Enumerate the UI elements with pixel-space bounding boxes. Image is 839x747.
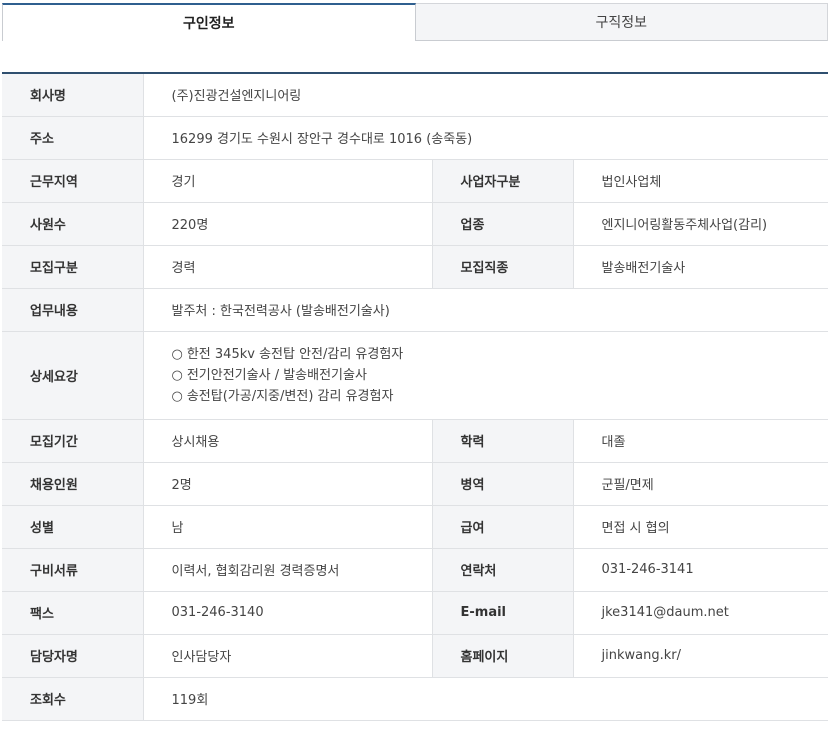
row-company: 회사명 (주)진광건설엔지니어링 bbox=[2, 73, 828, 117]
circle-bullet-icon: ○ bbox=[171, 346, 183, 362]
views-label: 조회수 bbox=[2, 677, 144, 721]
requirements-value: ○ 한전 345kv 송전탑 안전/감리 유경험자 ○ 전기안전기술사 / 발송배전… bbox=[143, 331, 828, 420]
contact-label: 연락처 bbox=[431, 548, 574, 592]
company-label: 회사명 bbox=[2, 73, 144, 117]
education-label: 학력 bbox=[431, 419, 574, 463]
period-label: 모집기간 bbox=[2, 419, 144, 463]
employees-value: 220명 bbox=[143, 202, 432, 246]
region-value: 경기 bbox=[143, 159, 432, 203]
recruit-type-label: 모집구분 bbox=[2, 245, 144, 289]
job-offer-info-table: 회사명 (주)진광건설엔지니어링 주소 16299 경기도 수원시 장안구 경수… bbox=[2, 72, 828, 721]
tab-job-seeking[interactable]: 구직정보 bbox=[415, 3, 828, 41]
gender-value: 남 bbox=[143, 505, 432, 549]
requirement-item: ○ 전기안전기술사 / 발송배전기술사 bbox=[171, 367, 367, 383]
email-label: E-mail bbox=[431, 591, 574, 635]
industry-label: 업종 bbox=[431, 202, 574, 246]
military-label: 병역 bbox=[431, 462, 574, 506]
address-label: 주소 bbox=[2, 116, 144, 160]
row-manager: 담당자명 인사담당자 홈페이지 jinkwang.kr/ bbox=[2, 634, 828, 678]
recruit-job-label: 모집직종 bbox=[431, 245, 574, 289]
row-period: 모집기간 상시채용 학력 대졸 bbox=[2, 419, 828, 463]
company-value: (주)진광건설엔지니어링 bbox=[143, 73, 828, 117]
documents-value: 이력서, 협회감리원 경력증명서 bbox=[143, 548, 432, 592]
fax-label: 팩스 bbox=[2, 591, 144, 635]
fax-value: 031-246-3140 bbox=[143, 591, 432, 635]
biztype-value: 법인사업체 bbox=[573, 159, 828, 203]
row-fax: 팩스 031-246-3140 E-mail jke3141@daum.net bbox=[2, 591, 828, 635]
tab-job-offer[interactable]: 구인정보 bbox=[2, 3, 416, 41]
contact-value: 031-246-3141 bbox=[573, 548, 828, 592]
requirements-label: 상세요강 bbox=[2, 331, 144, 420]
military-value: 군필/면제 bbox=[573, 462, 828, 506]
industry-value: 엔지니어링활동주체사업(감리) bbox=[573, 202, 828, 246]
duty-value: 발주처 : 한국전력공사 (발송배전기술사) bbox=[143, 288, 828, 332]
documents-label: 구비서류 bbox=[2, 548, 144, 592]
recruit-type-value: 경력 bbox=[143, 245, 432, 289]
views-value: 119회 bbox=[143, 677, 828, 721]
row-headcount: 채용인원 2명 병역 군필/면제 bbox=[2, 462, 828, 506]
row-region: 근무지역 경기 사업자구분 법인사업체 bbox=[2, 159, 828, 203]
requirement-item: ○ 송전탑(가공/지중/변전) 감리 유경험자 bbox=[171, 388, 394, 404]
tab-bar: 구인정보 구직정보 bbox=[2, 3, 828, 41]
requirement-item: ○ 한전 345kv 송전탑 안전/감리 유경험자 bbox=[171, 346, 404, 362]
salary-label: 급여 bbox=[431, 505, 574, 549]
homepage-value: jinkwang.kr/ bbox=[573, 634, 828, 678]
education-value: 대졸 bbox=[573, 419, 828, 463]
homepage-label: 홈페이지 bbox=[431, 634, 574, 678]
email-value: jke3141@daum.net bbox=[573, 591, 828, 635]
gender-label: 성별 bbox=[2, 505, 144, 549]
period-value: 상시채용 bbox=[143, 419, 432, 463]
duty-label: 업무내용 bbox=[2, 288, 144, 332]
employees-label: 사원수 bbox=[2, 202, 144, 246]
row-views: 조회수 119회 bbox=[2, 677, 828, 721]
row-gender: 성별 남 급여 면접 시 협의 bbox=[2, 505, 828, 549]
address-value: 16299 경기도 수원시 장안구 경수대로 1016 (송죽동) bbox=[143, 116, 828, 160]
biztype-label: 사업자구분 bbox=[431, 159, 574, 203]
row-documents: 구비서류 이력서, 협회감리원 경력증명서 연락처 031-246-3141 bbox=[2, 548, 828, 592]
headcount-value: 2명 bbox=[143, 462, 432, 506]
region-label: 근무지역 bbox=[2, 159, 144, 203]
circle-bullet-icon: ○ bbox=[171, 388, 183, 404]
row-duty: 업무내용 발주처 : 한국전력공사 (발송배전기술사) bbox=[2, 288, 828, 332]
manager-value: 인사담당자 bbox=[143, 634, 432, 678]
row-address: 주소 16299 경기도 수원시 장안구 경수대로 1016 (송죽동) bbox=[2, 116, 828, 160]
circle-bullet-icon: ○ bbox=[171, 367, 183, 383]
row-requirements: 상세요강 ○ 한전 345kv 송전탑 안전/감리 유경험자 ○ 전기안전기술사 /… bbox=[2, 331, 828, 420]
manager-label: 담당자명 bbox=[2, 634, 144, 678]
salary-value: 면접 시 협의 bbox=[573, 505, 828, 549]
row-employees: 사원수 220명 업종 엔지니어링활동주체사업(감리) bbox=[2, 202, 828, 246]
row-recruit-type: 모집구분 경력 모집직종 발송배전기술사 bbox=[2, 245, 828, 289]
recruit-job-value: 발송배전기술사 bbox=[573, 245, 828, 289]
headcount-label: 채용인원 bbox=[2, 462, 144, 506]
